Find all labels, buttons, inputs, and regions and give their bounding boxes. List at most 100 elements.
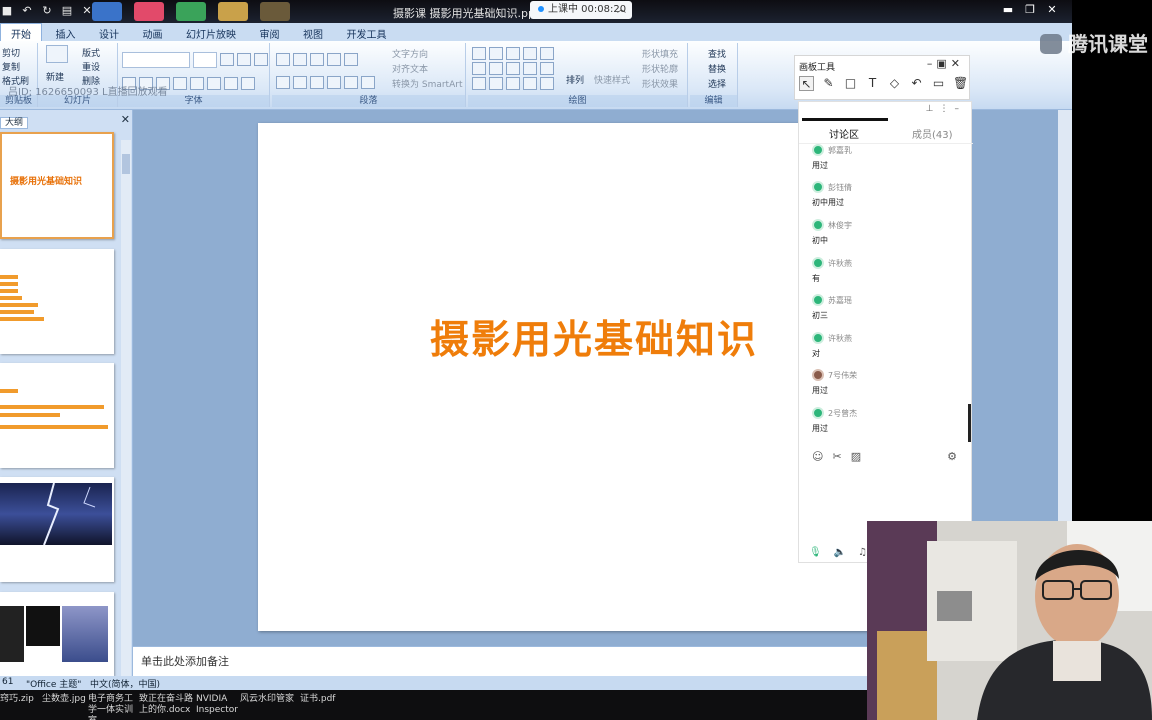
tab-review[interactable]: 审阅 [250,24,290,42]
tab-slideshow[interactable]: 幻灯片放映 [176,24,246,42]
file-item[interactable]: 尘数壶.jpg [42,694,86,705]
minimize-icon[interactable]: ▬ [1000,3,1016,16]
align-left-icon[interactable] [276,76,290,89]
shape-arrow-icon[interactable] [506,47,520,60]
minimize-icon[interactable]: – [955,104,966,114]
tab-members[interactable]: 成员(43) [912,126,953,141]
shape-curve-icon[interactable] [489,77,503,90]
slide-title[interactable]: 摄影用光基础知识 [430,309,758,365]
decrease-indent-icon[interactable] [310,53,324,66]
app-icon-browser[interactable] [92,2,122,21]
undo-icon[interactable]: ↶ [909,76,924,91]
text-icon[interactable]: T [865,76,880,91]
app-icon-store[interactable] [134,2,164,21]
font-size-select[interactable] [193,52,217,68]
replace-button[interactable]: 替换 [708,62,726,75]
shape-down-arrow-icon[interactable] [540,62,554,75]
tab-discussion[interactable]: 讨论区 [829,126,859,141]
tab-view[interactable]: 视图 [293,24,333,42]
file-item[interactable]: 窍巧.zip [0,694,34,705]
find-button[interactable]: 查找 [708,47,726,60]
tab-developer[interactable]: 开发工具 [337,24,397,42]
app-icon-folder[interactable] [218,2,248,21]
distribute-icon[interactable] [344,76,358,89]
align-center-icon[interactable] [293,76,307,89]
slide-thumb-4[interactable] [0,477,114,582]
convert-smartart-button[interactable]: 转换为 SmartArt [392,77,462,90]
rectangle-icon[interactable]: □ [843,76,858,91]
columns-icon[interactable] [361,76,375,89]
file-item[interactable]: 电子商务工学一体实训室... [88,694,140,720]
tab-design[interactable]: 设计 [89,24,129,42]
pointer-icon[interactable]: ↖ [799,76,814,91]
shape-rect2-icon[interactable] [472,62,486,75]
clear-format-icon[interactable] [254,53,268,66]
redo-icon[interactable]: ↻ [40,4,54,18]
shrink-font-icon[interactable] [237,53,251,66]
chevron-up-icon[interactable]: ︿ [617,1,626,19]
pen-icon[interactable]: ✎ [821,76,836,91]
shape-fill-button[interactable]: 形状填充 [642,47,678,60]
close-icon[interactable]: ✕ [1044,3,1060,16]
grow-font-icon[interactable] [220,53,234,66]
bullets-icon[interactable] [276,53,290,66]
align-text-button[interactable]: 对齐文本 [392,62,428,75]
minimize-icon[interactable]: – [927,57,937,70]
save-icon[interactable]: ■ [0,4,14,18]
file-item[interactable]: 证书.pdf [300,694,335,705]
file-item[interactable]: 致正在奋斗路上的你.docx [139,694,195,716]
shape-triangle-icon[interactable] [489,62,503,75]
select-button[interactable]: 选择 [708,77,726,90]
tab-animation[interactable]: 动画 [133,24,173,42]
class-status-pill[interactable]: 上课中 00:08:20 ︿ [530,1,632,19]
outline-tab[interactable]: 大纲 [0,117,29,129]
justify-icon[interactable] [327,76,341,89]
shape-elbow-icon[interactable] [506,62,520,75]
undo-icon[interactable]: ↶ [20,4,34,18]
tab-insert[interactable]: 插入 [46,24,86,42]
close-icon[interactable]: ✕ [951,57,964,70]
shape-star-icon[interactable] [472,77,486,90]
trash-icon[interactable]: 🗑 [953,76,968,91]
new-slide-icon[interactable] [46,45,68,63]
shape-oval-icon[interactable] [540,47,554,60]
line-spacing-icon[interactable] [344,53,358,66]
restore-icon[interactable]: ▣ [936,57,950,70]
chat-scrollbar[interactable] [968,404,971,442]
font-color-icon[interactable] [241,77,255,90]
shape-more-icon[interactable] [540,77,554,90]
slide-thumb-2[interactable] [0,249,114,354]
eraser-icon[interactable]: ◇ [887,76,902,91]
tab-home[interactable]: 开始 [0,23,42,41]
close-pane-icon[interactable]: ✕ [121,113,130,126]
shape-outline-button[interactable]: 形状轮廓 [642,62,678,75]
slide-thumb-1[interactable]: 摄影用光基础知识 [0,132,114,239]
current-slide[interactable]: 摄影用光基础知识 [258,123,868,631]
new-slide-button[interactable]: 新建 [46,70,64,83]
case-icon[interactable] [224,77,238,90]
more-icon[interactable]: ⋮ [940,104,955,114]
file-item[interactable]: 风云水印管家 [240,694,294,705]
music-icon[interactable]: ♫ [858,547,867,558]
scissors-icon[interactable]: ✂ [832,450,841,463]
shape-line-icon[interactable] [489,47,503,60]
spacing-icon[interactable] [207,77,221,90]
app-icon-chrome[interactable] [176,2,206,21]
slide-thumb-3[interactable] [0,363,114,468]
copy-button[interactable]: 复制 [2,60,20,73]
restore-icon[interactable]: ❐ [1022,3,1038,16]
reset-button[interactable]: 重设 [82,60,100,73]
align-right-icon[interactable] [310,76,324,89]
slides-pane-scrollbar[interactable] [121,140,131,676]
file-item[interactable]: NVIDIA Inspector [196,694,238,716]
emoji-icon[interactable]: ☺ [812,450,823,463]
print-icon[interactable]: ▤ [60,4,74,18]
numbering-icon[interactable] [293,53,307,66]
quick-styles-button[interactable]: 快速样式 [594,73,630,86]
scrollbar-thumb[interactable] [122,154,130,174]
shape-effects-button[interactable]: 形状效果 [642,77,678,90]
shadow-icon[interactable] [190,77,204,90]
font-family-select[interactable] [122,52,190,68]
shape-textbox-icon[interactable] [472,47,486,60]
shape-bracket-icon[interactable] [523,77,537,90]
